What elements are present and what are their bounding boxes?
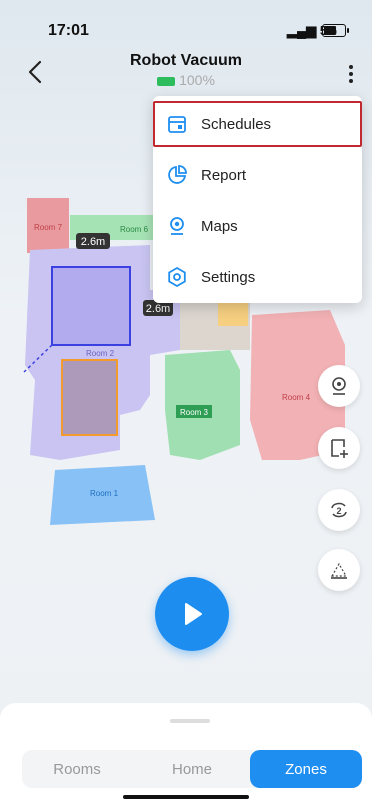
zone-box-2[interactable]: [61, 359, 118, 436]
mop-mode-button[interactable]: [318, 549, 360, 591]
calendar-icon: [168, 116, 186, 133]
battery-level-icon: [157, 76, 176, 86]
add-zone-icon: [331, 439, 348, 458]
room-1-label: Room 1: [90, 489, 119, 498]
menu-item-schedules[interactable]: Schedules: [153, 101, 362, 147]
tab-zones[interactable]: Zones: [250, 750, 362, 788]
repeat-button[interactable]: 2: [318, 489, 360, 531]
measure-label-1: 2.6m: [81, 236, 105, 248]
menu-label-report: Report: [201, 166, 247, 184]
more-options-menu: Schedules Report Maps Settings: [153, 96, 362, 303]
locate-button[interactable]: [318, 365, 360, 407]
zone-selection-box[interactable]: [51, 266, 131, 346]
room-6-label: Room 6: [120, 225, 149, 234]
home-indicator: [123, 795, 249, 799]
room-4-label: Room 4: [282, 393, 311, 402]
locate-icon: [332, 377, 346, 395]
battery-status: 100%: [0, 72, 372, 88]
battery-percent: 100%: [179, 72, 215, 88]
measure-label-2: 2.6m: [146, 303, 170, 315]
menu-label-maps: Maps: [201, 217, 238, 235]
settings-icon: [168, 266, 186, 288]
start-cleaning-button[interactable]: [155, 577, 229, 651]
mode-sheet: Rooms Home Zones: [0, 703, 372, 803]
repeat-2-icon: 2: [331, 502, 347, 518]
battery-icon: [322, 24, 349, 37]
menu-item-report[interactable]: Report: [153, 152, 362, 198]
play-icon: [185, 603, 202, 625]
tab-rooms[interactable]: Rooms: [22, 750, 132, 788]
more-options-icon[interactable]: [341, 62, 361, 88]
add-zone-button[interactable]: [318, 427, 360, 469]
tab-home[interactable]: Home: [137, 750, 247, 788]
menu-item-settings[interactable]: Settings: [153, 254, 362, 300]
mop-icon: [330, 562, 348, 579]
menu-label-schedules: Schedules: [201, 115, 272, 133]
page-title: Robot Vacuum: [129, 52, 242, 69]
sheet-grabber[interactable]: [170, 719, 210, 723]
svg-text:2: 2: [336, 506, 341, 516]
room-7-label: Room 7: [34, 223, 63, 232]
signal-bars-icon: ▂▄▆: [287, 23, 317, 38]
room-3-label: Room 3: [180, 408, 209, 417]
map-pin-icon: [170, 217, 184, 235]
status-bar: 17:01 ▂▄▆ 5G: [0, 0, 372, 60]
status-time: 17:01: [48, 22, 89, 39]
menu-label-settings: Settings: [201, 268, 256, 286]
room-2-label: Room 2: [86, 349, 115, 358]
app-screen: 17:01 ▂▄▆ 5G Robot Vacuum 100% 2.6m 2.6m…: [0, 0, 372, 803]
mode-tabs: Rooms Home Zones: [22, 750, 362, 788]
pie-chart-icon: [168, 165, 187, 184]
menu-item-maps[interactable]: Maps: [153, 203, 362, 249]
